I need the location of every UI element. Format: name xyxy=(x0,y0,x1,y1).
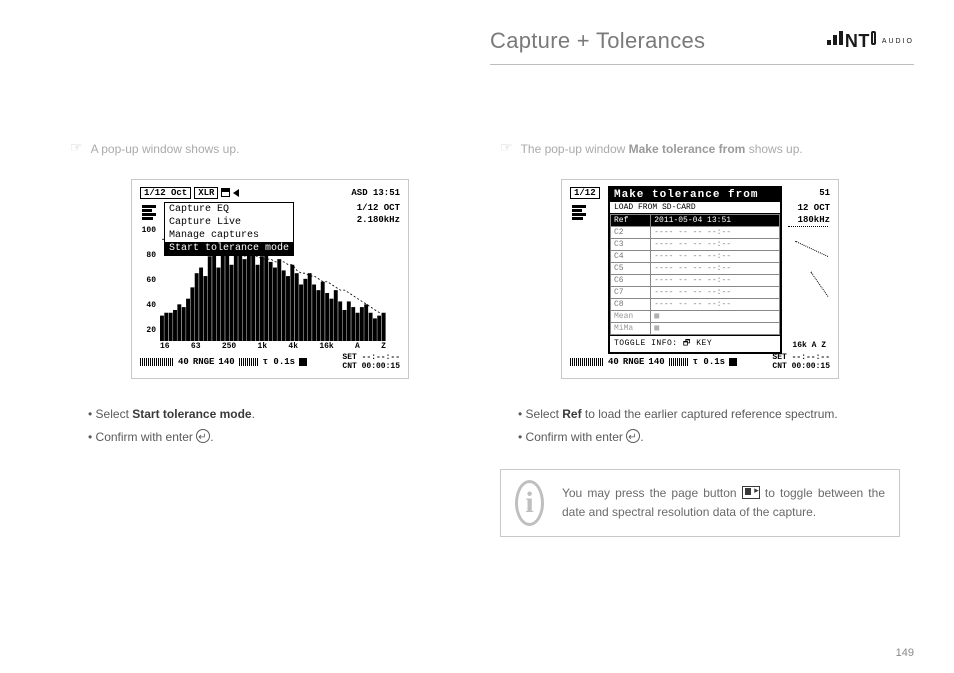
right-lead-text: The pop-up window Make tolerance from sh… xyxy=(521,140,803,159)
capture-popup: Capture EQ Capture Live Manage captures … xyxy=(164,202,294,256)
table-row[interactable]: C5---- -- -- --:-- xyxy=(611,263,780,275)
menu-item[interactable]: Capture EQ xyxy=(165,203,293,216)
info-icon: i xyxy=(515,480,544,526)
asd-time: ASD 13:51 xyxy=(351,188,400,198)
popup-subtitle: LOAD FROM SD-CARD xyxy=(610,202,780,214)
oct-chip: 1/12 xyxy=(570,187,600,199)
left-lead: ☞ A pop-up window shows up. xyxy=(70,140,470,159)
right-column: ☞ The pop-up window Make tolerance from … xyxy=(500,140,900,537)
left-column: ☞ A pop-up window shows up. 1/12 Oct XLR… xyxy=(70,140,470,449)
step: Select Start tolerance mode. xyxy=(88,403,470,426)
popup-title: Make tolerance from xyxy=(610,188,780,202)
level-bars-icon xyxy=(572,204,586,221)
step: Confirm with enter . xyxy=(518,426,900,449)
table-row[interactable]: C6---- -- -- --:-- xyxy=(611,275,780,287)
oct-chip: 1/12 Oct xyxy=(140,187,191,199)
table-row[interactable]: MiMa▦ xyxy=(611,323,780,335)
make-tolerance-popup: Make tolerance from LOAD FROM SD-CARD Re… xyxy=(608,186,782,354)
enter-icon xyxy=(196,429,210,443)
info-box: i You may press the page button to toggl… xyxy=(500,469,900,537)
legend: 1/12 OCT2.180kHz xyxy=(357,202,400,226)
info-text: You may press the page button to toggle … xyxy=(562,484,885,521)
page-number: 149 xyxy=(896,647,914,659)
table-row[interactable]: C4---- -- -- --:-- xyxy=(611,251,780,263)
right-lead: ☞ The pop-up window Make tolerance from … xyxy=(500,140,900,159)
menu-item-selected[interactable]: Start tolerance mode xyxy=(165,242,293,255)
capture-table: Ref2011-05-04 13:51 C2---- -- -- --:-- C… xyxy=(610,214,780,335)
x-axis: 1663 2501k 4k16k AZ xyxy=(160,342,386,352)
time-fragment: 51 xyxy=(819,188,830,198)
right-steps: Select Ref to load the earlier captured … xyxy=(518,403,900,449)
left-steps: Select Start tolerance mode. Confirm wit… xyxy=(88,403,470,449)
lcd-screenshot-right: 1/12 51 12 OCT180kHz Make tolerance from… xyxy=(561,179,839,379)
stop-icon xyxy=(299,358,307,366)
table-row[interactable]: Ref2011-05-04 13:51 xyxy=(611,215,780,227)
step: Select Ref to load the earlier captured … xyxy=(518,403,900,426)
lcd-footer: 40 RNGE 140 τ 0.1s SET --:--:-- CNT 00:0… xyxy=(140,352,400,372)
table-row[interactable]: Mean▦ xyxy=(611,311,780,323)
table-row[interactable]: C3---- -- -- --:-- xyxy=(611,239,780,251)
table-row[interactable]: C2---- -- -- --:-- xyxy=(611,227,780,239)
hand-icon: ☞ xyxy=(70,140,83,154)
nti-logo: NT AUDIO xyxy=(827,31,914,52)
page-button-icon xyxy=(742,486,760,499)
hand-icon: ☞ xyxy=(500,140,513,154)
lcd-screenshot-left: 1/12 Oct XLR ASD 13:51 1/12 OCT2.180kHz … xyxy=(131,179,409,379)
menu-item[interactable]: Capture Live xyxy=(165,216,293,229)
menu-item[interactable]: Manage captures xyxy=(165,229,293,242)
left-lead-text: A pop-up window shows up. xyxy=(91,140,240,159)
stop-icon xyxy=(729,358,737,366)
y-axis: 100 80 60 40 20 xyxy=(138,228,158,342)
legend: 12 OCT180kHz xyxy=(798,202,830,226)
speaker-icon xyxy=(233,189,239,197)
popup-footer: TOGGLE INFO: 🗗 KEY xyxy=(610,335,780,352)
enter-icon xyxy=(626,429,640,443)
x-axis-tail: 16k A Z xyxy=(792,341,826,350)
xlr-chip: XLR xyxy=(194,187,218,199)
lcd-footer: 40 RNGE 140 τ 0.1s SET --:--:-- CNT 00:0… xyxy=(570,352,830,372)
page-header: Capture + Tolerances NT AUDIO xyxy=(490,18,914,65)
table-row[interactable]: C8---- -- -- --:-- xyxy=(611,299,780,311)
table-row[interactable]: C7---- -- -- --:-- xyxy=(611,287,780,299)
disk-icon xyxy=(221,188,230,197)
step: Confirm with enter . xyxy=(88,426,470,449)
level-bars-icon xyxy=(142,204,156,221)
page-title: Capture + Tolerances xyxy=(490,28,705,54)
